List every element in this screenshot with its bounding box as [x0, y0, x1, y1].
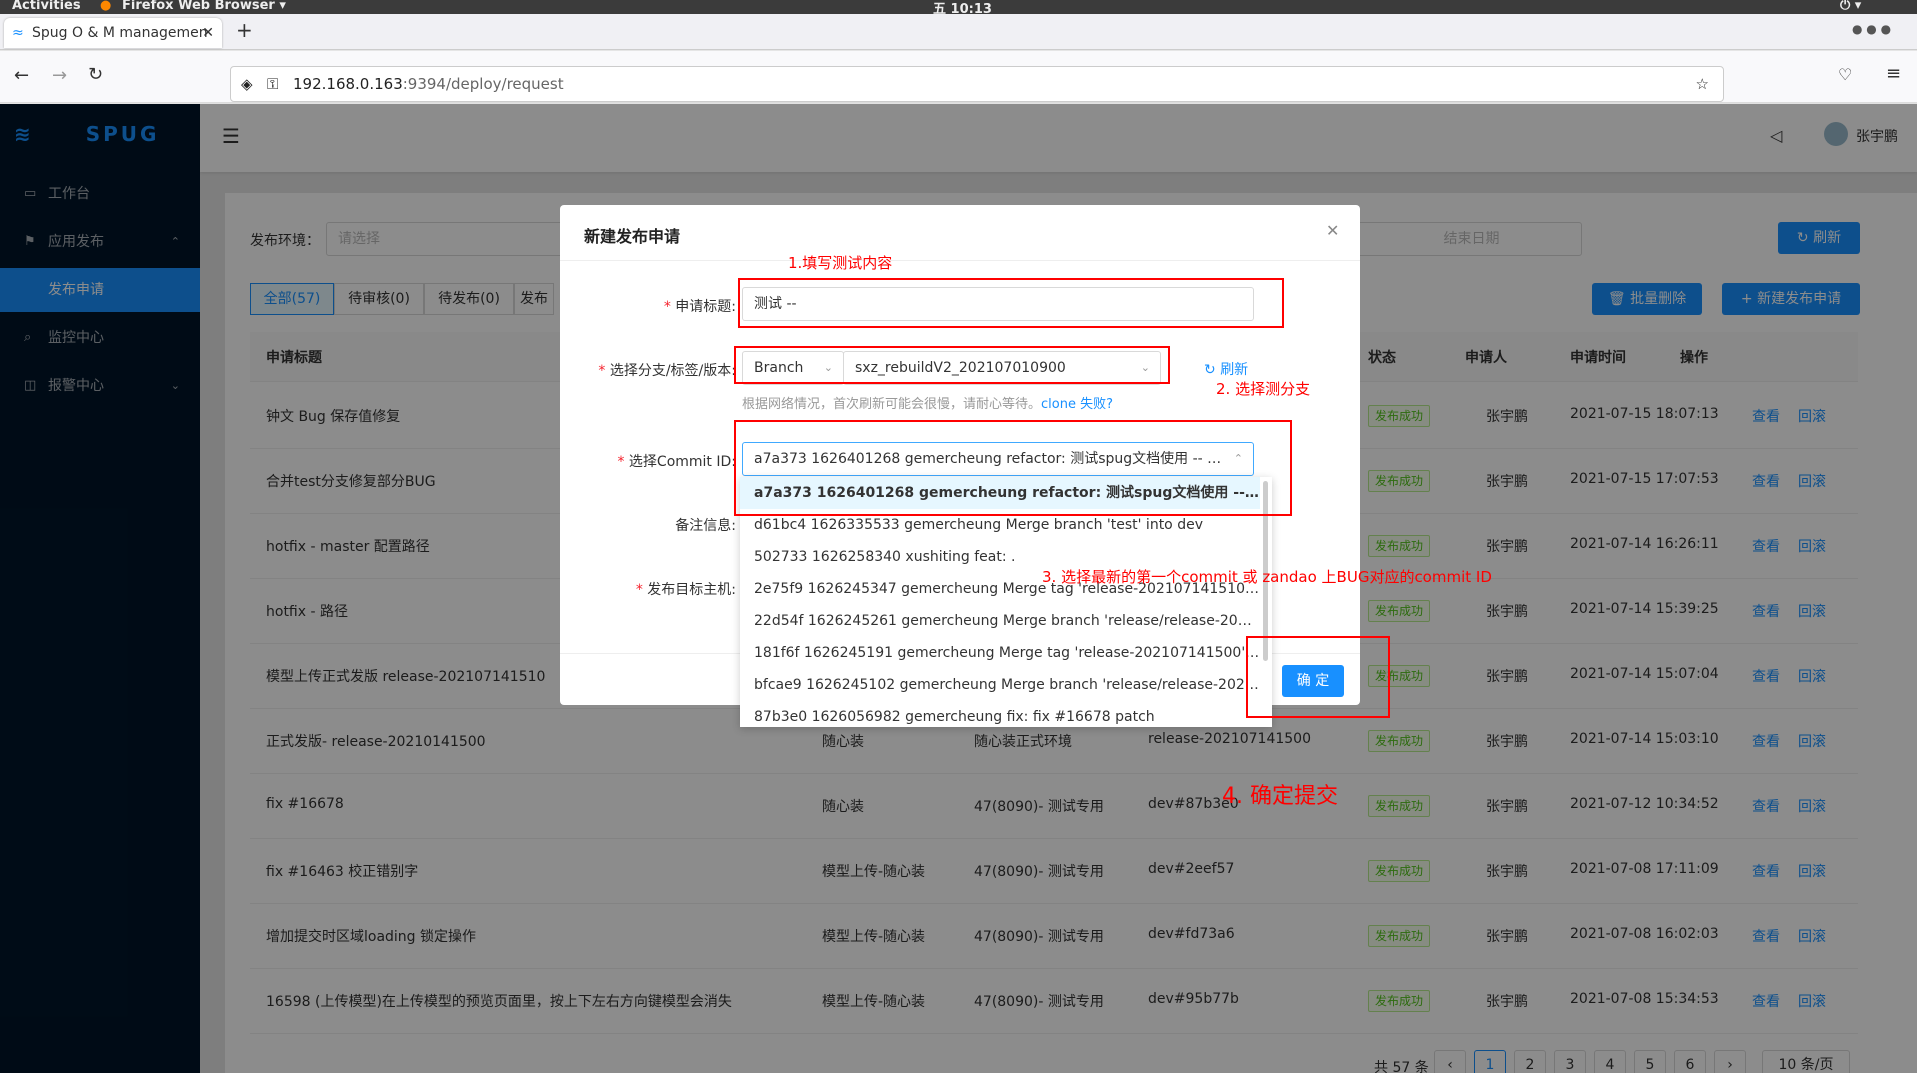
title-label: * 申请标题: — [663, 299, 736, 315]
browser-tab[interactable]: ≈ Spug O & M managemen ✕ — [4, 18, 222, 48]
annotation-step-1: 1.填写测试内容 — [788, 254, 893, 272]
reload-icon[interactable]: ↻ — [88, 64, 103, 85]
spug-favicon-icon: ≈ — [12, 25, 24, 41]
host-label-text: 发布目标主机: — [647, 582, 736, 598]
insecure-lock-icon[interactable]: ⚿ — [267, 67, 278, 101]
branch-hint-text: 根据网络情况，首次刷新可能会很慢，请耐心等待。 — [742, 397, 1042, 412]
os-top-bar: Activities ● Firefox Web Browser ▾ 五 10:… — [0, 0, 1917, 17]
commit-label: * 选择Commit ID: — [617, 454, 736, 470]
commit-label-text: 选择Commit ID: — [628, 454, 736, 470]
branch-refresh-label: 刷新 — [1220, 362, 1249, 378]
url-bar[interactable]: ◈ ⚿ 192.168.0.163:9394/deploy/request ☆ — [230, 66, 1724, 102]
branch-label-text: 选择分支/标签/版本: — [609, 363, 736, 379]
back-icon[interactable]: ← — [14, 65, 29, 86]
branch-refresh-link[interactable]: ↻ 刷新 — [1204, 359, 1248, 379]
pocket-icon[interactable]: ♡ — [1838, 65, 1852, 84]
shield-icon[interactable]: ◈ — [241, 67, 253, 101]
forward-icon[interactable]: → — [52, 65, 67, 86]
menu-icon[interactable]: ≡ — [1886, 63, 1901, 84]
annotation-step-4: 4. 确定提交 — [1222, 784, 1338, 809]
host-label: * 发布目标主机: — [635, 582, 736, 598]
url-host: 192.168.0.163 — [293, 75, 403, 93]
title-label-text: 申请标题: — [675, 299, 736, 315]
activities-button[interactable]: Activities — [12, 0, 81, 13]
annotation-box-confirm — [1246, 636, 1390, 718]
new-tab-icon[interactable]: + — [236, 18, 253, 42]
commit-option[interactable]: bfcae9 1626245102 gemercheung Merge bran… — [740, 669, 1260, 701]
modal-header: 新建发布申请 ✕ — [560, 205, 1360, 261]
annotation-box-commit — [734, 420, 1292, 516]
annotation-box-title — [738, 278, 1284, 328]
close-icon[interactable]: ✕ — [1326, 221, 1339, 240]
branch-hint: 根据网络情况，首次刷新可能会很慢，请耐心等待。clone 失败? — [742, 393, 1113, 412]
commit-option[interactable]: 22d54f 1626245261 gemercheung Merge bran… — [740, 605, 1260, 637]
tab-title: Spug O & M managemen — [32, 25, 208, 41]
browser-tab-bar: ≈ Spug O & M managemen ✕ + ● ● ● — [0, 14, 1917, 50]
clone-fail-link[interactable]: clone 失败? — [1041, 397, 1113, 412]
annotation-box-branch — [734, 346, 1170, 384]
annotation-step-3: 3. 选择最新的第一个commit 或 zandao 上BUG对应的commit… — [1042, 568, 1492, 586]
window-controls[interactable]: ● ● ● — [1852, 22, 1891, 36]
modal-title: 新建发布申请 — [584, 227, 681, 246]
close-tab-icon[interactable]: ✕ — [202, 18, 214, 48]
commit-option[interactable]: 87b3e0 1626056982 gemercheung fix: fix #… — [740, 701, 1260, 733]
power-icon[interactable]: ⏻ ▾ — [1840, 0, 1861, 13]
bookmark-star-icon[interactable]: ☆ — [1696, 67, 1709, 101]
branch-label: * 选择分支/标签/版本: — [598, 363, 736, 379]
app-menu[interactable]: Firefox Web Browser ▾ — [122, 0, 286, 13]
commit-option[interactable]: 181f6f 1626245191 gemercheung Merge tag … — [740, 637, 1260, 669]
annotation-step-2: 2. 选择测分支 — [1216, 380, 1311, 398]
url-path: :9394/deploy/request — [402, 75, 564, 93]
remark-label: 备注信息: — [675, 518, 736, 534]
firefox-icon: ● — [100, 0, 112, 13]
